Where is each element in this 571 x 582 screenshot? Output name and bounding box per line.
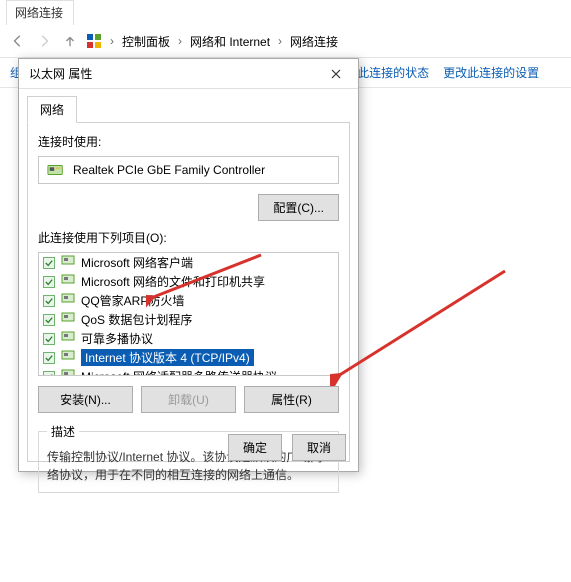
adapter-name: Realtek PCIe GbE Family Controller (73, 163, 265, 177)
adapter-field: Realtek PCIe GbE Family Controller (38, 156, 339, 184)
configure-button[interactable]: 配置(C)... (258, 194, 339, 221)
protocol-label: QQ管家ARP防火墙 (81, 292, 184, 309)
titlebar: 以太网 属性 (19, 59, 358, 89)
checkbox-icon[interactable] (43, 333, 55, 345)
breadcrumb-item[interactable]: 控制面板 (122, 33, 170, 50)
tabs: 网络 (19, 89, 358, 122)
protocol-item[interactable]: Microsoft 网络适配器多路传送器协议 (39, 367, 338, 376)
description-legend: 描述 (47, 423, 79, 440)
properties-button[interactable]: 属性(R) (244, 386, 339, 413)
protocol-icon (61, 350, 75, 365)
cancel-button[interactable]: 取消 (292, 434, 346, 461)
control-panel-icon (86, 33, 102, 49)
ok-button[interactable]: 确定 (228, 434, 282, 461)
protocol-icon (61, 369, 75, 376)
protocol-icon (61, 255, 75, 270)
protocol-item[interactable]: QQ管家ARP防火墙 (39, 291, 338, 310)
protocol-list[interactable]: Microsoft 网络客户端 Microsoft 网络的文件和打印机共享 QQ管家… (38, 252, 339, 376)
back-arrow-icon[interactable] (8, 31, 28, 51)
protocol-item[interactable]: 可靠多播协议 (39, 329, 338, 348)
chevron-right-icon: › (108, 34, 116, 48)
protocol-label: Microsoft 网络适配器多路传送器协议 (81, 368, 277, 376)
dialog-title: 以太网 属性 (29, 65, 92, 82)
uninstall-button[interactable]: 卸载(U) (141, 386, 236, 413)
address-bar: › 控制面板 › 网络和 Internet › 网络连接 (0, 25, 571, 58)
checkbox-icon[interactable] (43, 257, 55, 269)
connect-using-label: 连接时使用: (38, 133, 339, 150)
protocol-label: Microsoft 网络的文件和打印机共享 (81, 273, 265, 290)
chevron-right-icon: › (176, 34, 184, 48)
checkbox-icon[interactable] (43, 371, 55, 377)
nic-icon (47, 163, 65, 177)
protocol-label: Microsoft 网络客户端 (81, 254, 193, 271)
checkbox-icon[interactable] (43, 276, 55, 288)
protocol-item[interactable]: Microsoft 网络的文件和打印机共享 (39, 272, 338, 291)
forward-arrow-icon[interactable] (34, 31, 54, 51)
protocol-icon (61, 312, 75, 327)
tab-panel: 连接时使用: Realtek PCIe GbE Family Controlle… (27, 122, 350, 462)
install-button[interactable]: 安装(N)... (38, 386, 133, 413)
toolbar-change[interactable]: 更改此连接的设置 (443, 64, 539, 81)
tab-network[interactable]: 网络 (27, 96, 77, 123)
protocol-item[interactable]: Microsoft 网络客户端 (39, 253, 338, 272)
protocol-label: Internet 协议版本 4 (TCP/IPv4) (81, 349, 254, 366)
protocol-icon (61, 331, 75, 346)
ethernet-properties-dialog: 以太网 属性 网络 连接时使用: Realtek PCIe GbE Family… (18, 58, 359, 472)
protocol-icon (61, 274, 75, 289)
breadcrumb-item[interactable]: 网络和 Internet (190, 33, 270, 50)
checkbox-icon[interactable] (43, 295, 55, 307)
close-icon (331, 69, 341, 79)
protocol-item[interactable]: QoS 数据包计划程序 (39, 310, 338, 329)
protocol-label: 可靠多播协议 (81, 330, 153, 347)
chevron-right-icon: › (276, 34, 284, 48)
protocol-icon (61, 293, 75, 308)
breadcrumb-item[interactable]: 网络连接 (290, 33, 338, 50)
up-arrow-icon[interactable] (60, 31, 80, 51)
protocol-item[interactable]: Internet 协议版本 4 (TCP/IPv4) (39, 348, 338, 367)
protocol-label: QoS 数据包计划程序 (81, 311, 192, 328)
uses-items-label: 此连接使用下列项目(O): (38, 229, 339, 246)
checkbox-icon[interactable] (43, 352, 55, 364)
window-tab[interactable]: 网络连接 (6, 0, 74, 25)
checkbox-icon[interactable] (43, 314, 55, 326)
close-button[interactable] (314, 59, 358, 89)
